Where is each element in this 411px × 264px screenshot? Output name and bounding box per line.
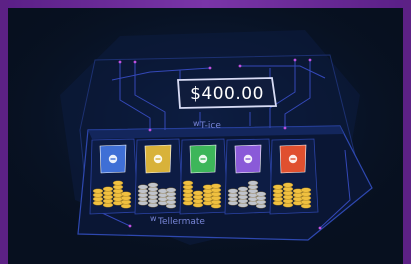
top-brand-mark: w xyxy=(193,119,200,128)
note-icon xyxy=(288,154,298,164)
note-icon xyxy=(108,154,118,164)
coin xyxy=(272,184,284,190)
illustration-svg: $400.00 w T-ice w Tellermate xyxy=(0,0,411,264)
compartment-3 xyxy=(179,138,229,215)
coin xyxy=(120,191,132,197)
frame-top xyxy=(0,0,411,8)
coin xyxy=(255,191,267,197)
top-brand-text: T-ice xyxy=(199,121,221,131)
cash-drawer-illustration: $400.00 w T-ice w Tellermate xyxy=(0,0,411,264)
note-icon-mark xyxy=(290,158,296,160)
compartment-2 xyxy=(134,138,184,215)
note-icon-mark xyxy=(110,158,116,160)
compartment-4 xyxy=(224,138,274,215)
frame-right xyxy=(403,0,411,264)
note-icon xyxy=(243,154,253,164)
coin xyxy=(112,180,124,186)
compartments xyxy=(89,138,319,215)
amount-display: $400.00 xyxy=(177,77,278,109)
coin xyxy=(102,186,114,192)
coin xyxy=(147,182,159,188)
coin xyxy=(300,187,312,193)
bottom-brand-text: Tellermate xyxy=(157,217,205,227)
compartment-5 xyxy=(269,138,319,215)
coin xyxy=(92,188,104,194)
coin xyxy=(165,187,177,193)
note-icon-mark xyxy=(155,158,161,160)
coin xyxy=(247,180,259,186)
note-icon xyxy=(153,154,163,164)
coin xyxy=(237,186,249,192)
bottom-brand-mark: w xyxy=(150,214,157,223)
coin xyxy=(227,188,239,194)
coin xyxy=(282,182,294,188)
note-icon xyxy=(198,154,208,164)
compartment-1 xyxy=(89,138,139,215)
note-icon-mark xyxy=(200,158,206,160)
coin xyxy=(137,184,149,190)
note-icon-mark xyxy=(245,158,251,160)
coin xyxy=(210,183,222,189)
coin xyxy=(192,190,204,196)
coin xyxy=(182,180,194,186)
amount-display-text: $400.00 xyxy=(190,84,264,104)
frame-left xyxy=(0,0,8,264)
